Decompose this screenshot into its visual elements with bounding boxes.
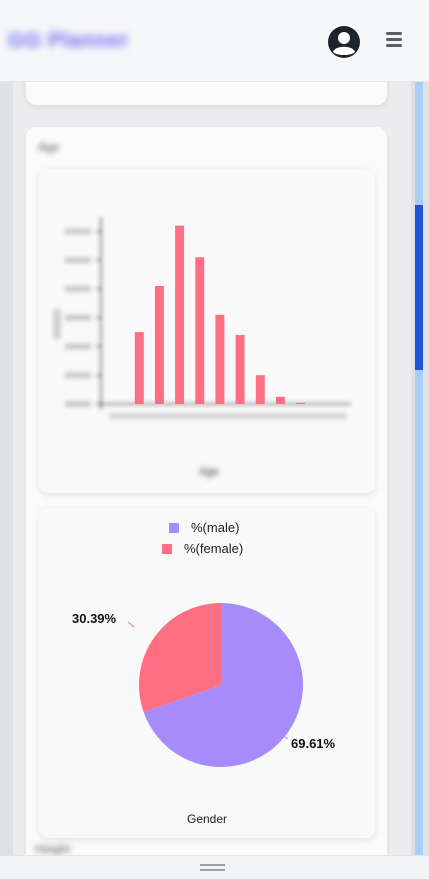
histogram-y-tick-label <box>65 257 91 264</box>
histogram-y-tick-label <box>65 228 91 235</box>
legend-female[interactable]: %(female) <box>162 541 243 556</box>
histogram-y-label <box>53 309 61 339</box>
histogram-x-tick-labels <box>109 413 347 419</box>
histogram-bar[interactable] <box>296 402 306 404</box>
histogram-bar[interactable] <box>134 332 144 404</box>
legend-label-female: %(female) <box>184 541 244 556</box>
histogram-y-tick-label <box>65 372 91 379</box>
legend-swatch-female <box>162 544 172 554</box>
app-header: GG Planner <box>0 0 429 82</box>
next-section-label: Height <box>35 842 70 855</box>
app-logo[interactable]: GG Planner <box>8 29 129 53</box>
content-area: Age Age %(male) %(female) 30.39% 69.61% … <box>13 82 411 855</box>
pie-label-female: 30.39% <box>72 611 117 626</box>
histogram-y-tick-label <box>65 314 91 321</box>
histogram-y-tick-label <box>65 401 91 407</box>
age-histogram <box>53 217 351 419</box>
pie-label-male: 69.61% <box>291 736 336 751</box>
histogram-y-tick-label <box>65 285 91 292</box>
age-histogram-card: Age <box>39 169 375 493</box>
histogram-bar[interactable] <box>235 335 245 404</box>
histogram-bar[interactable] <box>175 225 185 404</box>
legend-label-male: %(male) <box>191 520 240 535</box>
user-circle-icon[interactable] <box>327 25 361 59</box>
pie-title: Gender <box>186 812 228 826</box>
scrollbar-track[interactable] <box>415 82 423 855</box>
histogram-bar[interactable] <box>275 396 285 404</box>
section-label: Age <box>38 140 60 154</box>
histogram-x-label: Age <box>199 466 219 478</box>
bottom-drag-bar[interactable] <box>0 855 429 879</box>
scrollbar-thumb[interactable] <box>415 205 423 370</box>
histogram-y-tick-label <box>65 343 91 350</box>
pie-leader-female <box>127 621 135 628</box>
histogram-bar[interactable] <box>195 257 205 404</box>
legend-male[interactable]: %(male) <box>169 520 239 535</box>
hamburger-menu-icon[interactable] <box>386 32 402 50</box>
legend-swatch-male <box>169 523 179 533</box>
histogram-bar[interactable] <box>255 375 265 404</box>
histogram-bar[interactable] <box>215 314 225 404</box>
gender-pie-card: %(male) %(female) 30.39% 69.61% Gender <box>39 508 375 838</box>
previous-card <box>26 82 387 105</box>
histogram-bar[interactable] <box>154 286 164 404</box>
drag-handle-icon[interactable] <box>200 864 225 874</box>
